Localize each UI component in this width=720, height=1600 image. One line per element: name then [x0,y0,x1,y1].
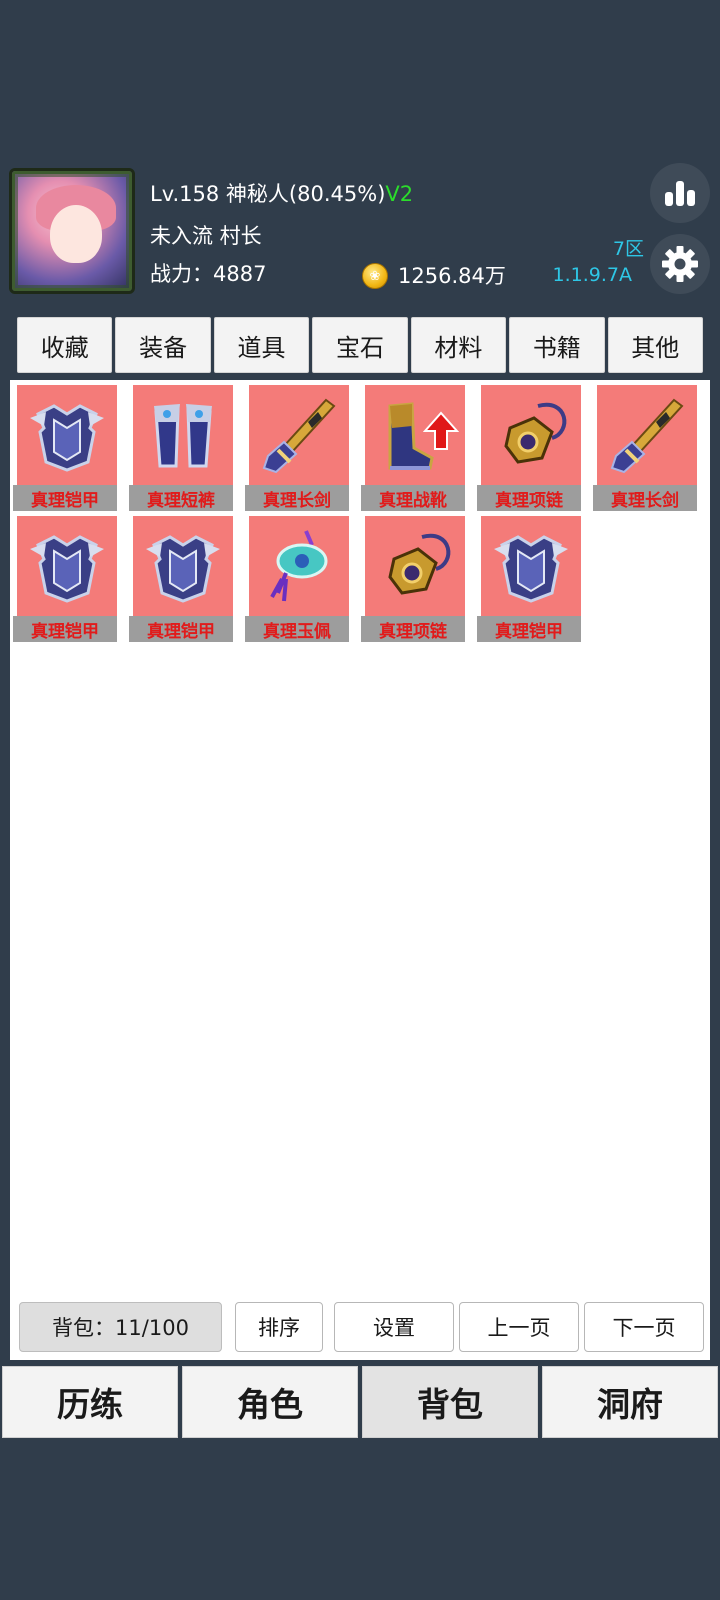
ranking-button[interactable] [650,163,710,223]
inventory-item[interactable]: 真理项链 [361,516,465,644]
tab-props[interactable]: 道具 [213,317,310,373]
bar-chart-icon [665,181,695,206]
gear-icon [662,246,698,282]
tab-gems[interactable]: 宝石 [312,317,408,373]
tab-materials[interactable]: 材料 [410,317,507,373]
game-screen: Lv.158 神秘人(80.45%)V2 未入流 村长 战力：4887 ❀ 12… [0,0,720,1600]
category-tabs: 收藏 装备 道具 宝石 材料 书籍 其他 [17,317,703,373]
nav-bag[interactable]: 背包 [362,1366,538,1438]
upgrade-arrow-icon [423,411,459,450]
combat-power: 战力：4887 [150,258,266,288]
inventory-item-label: 真理玉佩 [245,616,349,642]
necklace-icon [481,385,581,485]
next-page-button[interactable]: 下一页 [584,1302,704,1352]
bottom-nav: 历练 角色 背包 洞府 [2,1366,718,1438]
inventory-item[interactable]: 真理战靴 [361,385,465,513]
nav-cave[interactable]: 洞府 [542,1366,718,1438]
sword-icon [249,385,349,485]
vip-badge: V2 [385,182,414,206]
inventory-item[interactable]: 真理铠甲 [129,516,233,644]
tab-equipment[interactable]: 装备 [115,317,211,373]
power-value: 4887 [213,262,267,286]
version-label: 1.1.9.7A [552,264,632,286]
settings-button[interactable] [650,234,710,294]
player-level-line: Lv.158 神秘人(80.45%)V2 [150,178,413,208]
tab-books[interactable]: 书籍 [509,317,605,373]
server-name: 7区 [612,238,644,260]
inventory-item-label: 真理短裤 [129,485,233,511]
armor-icon [17,516,117,616]
armor-icon [17,385,117,485]
inventory-item-label: 真理长剑 [593,485,697,511]
inventory-item[interactable]: 真理铠甲 [477,516,581,644]
sword-icon [597,385,697,485]
bag-capacity: 背包：11/100 [19,1302,222,1352]
inventory-grid: 真理铠甲 真理短裤 真理长剑 真理战靴 真理项链 真理长剑 真理铠甲 真理铠甲 真理玉佩 真理项链… [13,385,703,644]
inventory-item-label: 真理战靴 [361,485,465,511]
coin-amount: 1256.84万 [398,264,506,288]
inventory-item[interactable]: 真理玉佩 [245,516,349,644]
tab-other[interactable]: 其他 [607,317,703,373]
inventory-item-label: 真理长剑 [245,485,349,511]
nav-character[interactable]: 角色 [182,1366,358,1438]
settings-text-button[interactable]: 设置 [334,1302,454,1352]
prev-page-button[interactable]: 上一页 [459,1302,579,1352]
armor-icon [481,516,581,616]
inventory-item-label: 真理项链 [477,485,581,511]
leggings-icon [133,385,233,485]
tab-favorites[interactable]: 收藏 [17,317,113,373]
coin-icon: ❀ [362,263,388,289]
player-level-name: Lv.158 神秘人(80.45%) [150,182,386,206]
player-titles: 未入流 村长 [150,224,262,248]
avatar-frame [12,171,132,291]
armor-icon [133,516,233,616]
inventory-item[interactable]: 真理铠甲 [13,385,117,513]
inventory-item-label: 真理铠甲 [477,616,581,642]
boots-icon [365,385,465,485]
player-avatar[interactable] [9,168,135,294]
inventory-item[interactable]: 真理长剑 [245,385,349,513]
inventory-panel: 真理铠甲 真理短裤 真理长剑 真理战靴 真理项链 真理长剑 真理铠甲 真理铠甲 真理玉佩 真理项链… [10,380,710,1360]
inventory-item[interactable]: 真理铠甲 [13,516,117,644]
inventory-item[interactable]: 真理长剑 [593,385,697,513]
inventory-item-label: 真理铠甲 [13,485,117,511]
power-label: 战力： [150,262,213,286]
inventory-item-label: 真理项链 [361,616,465,642]
necklace-icon [365,516,465,616]
inventory-item[interactable]: 真理项链 [477,385,581,513]
inventory-item[interactable]: 真理短裤 [129,385,233,513]
jade-pendant-icon [249,516,349,616]
inventory-item-label: 真理铠甲 [13,616,117,642]
sort-button[interactable]: 排序 [235,1302,323,1352]
inventory-item-label: 真理铠甲 [129,616,233,642]
nav-training[interactable]: 历练 [2,1366,178,1438]
